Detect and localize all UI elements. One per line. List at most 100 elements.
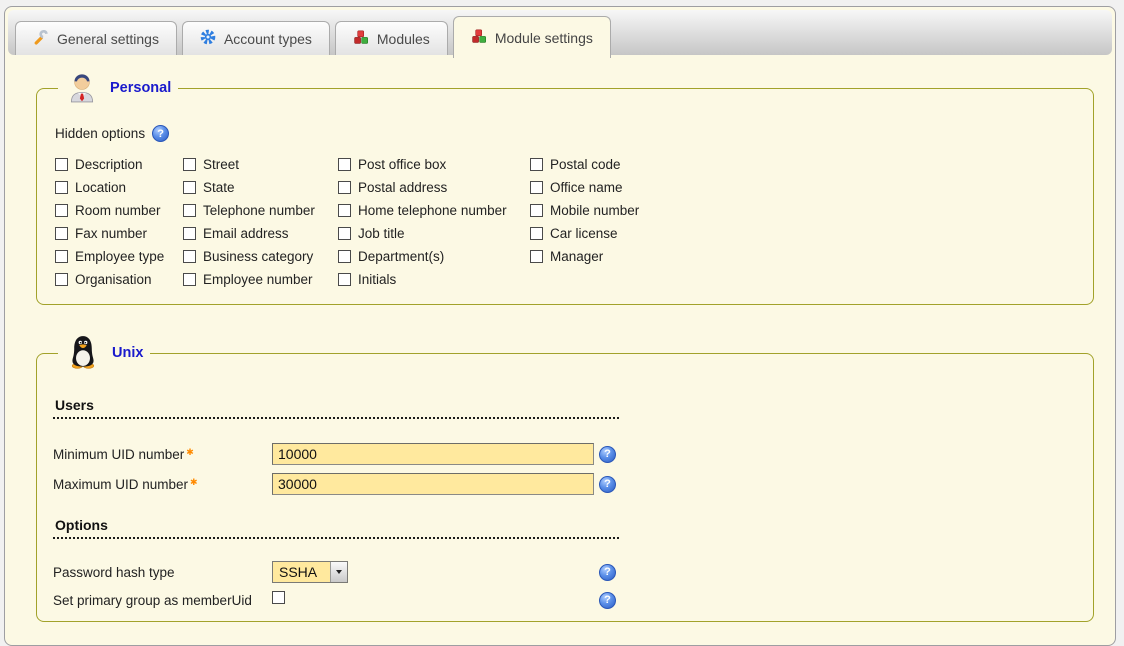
- tab-module-settings[interactable]: Module settings: [453, 16, 611, 58]
- checkbox[interactable]: [55, 227, 68, 240]
- hidden-option: Office name: [530, 179, 1077, 196]
- checkbox[interactable]: [338, 250, 351, 263]
- checkbox[interactable]: [338, 227, 351, 240]
- hidden-option: Initials: [338, 271, 530, 288]
- checkbox[interactable]: [183, 227, 196, 240]
- users-form: Minimum UID number✱ ? Maximum UID number…: [53, 443, 1077, 495]
- personal-section: Personal Hidden options ? Description St…: [36, 69, 1094, 305]
- hidden-option: Telephone number: [183, 202, 338, 219]
- checkbox-label: Email address: [203, 226, 289, 241]
- checkbox-label: Home telephone number: [358, 203, 507, 218]
- checkbox-label: Initials: [358, 272, 396, 287]
- checkbox-label: Manager: [550, 249, 603, 264]
- checkbox[interactable]: [183, 204, 196, 217]
- checkbox[interactable]: [55, 158, 68, 171]
- checkbox-label: Organisation: [75, 272, 152, 287]
- password-hash-value: SSHA: [273, 562, 330, 582]
- hidden-option: Description: [55, 156, 183, 173]
- checkbox-label: Fax number: [75, 226, 147, 241]
- checkbox-label: Street: [203, 157, 239, 172]
- tab-label: Module settings: [495, 30, 593, 46]
- hidden-options-grid: Description Street Post office box Posta…: [55, 156, 1077, 288]
- checkbox-label: Car license: [550, 226, 618, 241]
- password-hash-label: Password hash type: [53, 565, 272, 580]
- hidden-option: Postal code: [530, 156, 1077, 173]
- checkbox-label: Post office box: [358, 157, 446, 172]
- checkbox[interactable]: [338, 273, 351, 286]
- tab-general-settings[interactable]: General settings: [15, 21, 177, 55]
- hidden-option: Home telephone number: [338, 202, 530, 219]
- chevron-down-icon: [336, 570, 342, 574]
- hidden-option: Location: [55, 179, 183, 196]
- tab-modules[interactable]: Modules: [335, 21, 448, 55]
- tab-bar: General settings Account types Modul: [8, 10, 1112, 55]
- checkbox-label: State: [203, 180, 235, 195]
- checkbox[interactable]: [530, 181, 543, 194]
- max-uid-input[interactable]: [272, 473, 594, 495]
- checkbox-label: Employee number: [203, 272, 313, 287]
- member-uid-checkbox[interactable]: [272, 591, 285, 604]
- checkbox[interactable]: [183, 273, 196, 286]
- hidden-option: Car license: [530, 225, 1077, 242]
- tab-label: Modules: [377, 31, 430, 47]
- hidden-option: Employee number: [183, 271, 338, 288]
- checkbox-label: Telephone number: [203, 203, 315, 218]
- checkbox-label: Location: [75, 180, 126, 195]
- personal-legend: Personal: [58, 69, 178, 107]
- checkbox[interactable]: [183, 158, 196, 171]
- checkbox-label: Postal code: [550, 157, 621, 172]
- hidden-options-label: Hidden options: [55, 126, 145, 141]
- checkbox[interactable]: [338, 204, 351, 217]
- unix-legend: Unix: [58, 333, 150, 373]
- tab-label: Account types: [224, 31, 312, 47]
- checkbox[interactable]: [55, 273, 68, 286]
- hidden-option: Organisation: [55, 271, 183, 288]
- checkbox[interactable]: [183, 250, 196, 263]
- checkbox[interactable]: [55, 204, 68, 217]
- tab-account-types[interactable]: Account types: [182, 21, 330, 55]
- hidden-option: Email address: [183, 225, 338, 242]
- hidden-option: Job title: [338, 225, 530, 242]
- unix-legend-label: Unix: [112, 345, 143, 361]
- options-section-header: Options: [53, 517, 619, 539]
- help-icon[interactable]: ?: [599, 446, 616, 463]
- hidden-option: Employee type: [55, 248, 183, 265]
- checkbox[interactable]: [183, 181, 196, 194]
- checkbox-label: Employee type: [75, 249, 164, 264]
- checkbox[interactable]: [55, 250, 68, 263]
- hidden-option: Business category: [183, 248, 338, 265]
- help-icon[interactable]: ?: [152, 125, 169, 142]
- checkbox[interactable]: [530, 227, 543, 240]
- checkbox[interactable]: [530, 158, 543, 171]
- options-form: Password hash type SSHA ? Set primary gr…: [53, 561, 1077, 609]
- hidden-option: Street: [183, 156, 338, 173]
- personal-legend-label: Personal: [110, 80, 171, 96]
- checkbox[interactable]: [530, 204, 543, 217]
- checkbox-label: Room number: [75, 203, 161, 218]
- person-icon: [65, 69, 99, 107]
- select-dropdown-button[interactable]: [330, 562, 347, 582]
- checkbox[interactable]: [55, 181, 68, 194]
- module-settings-panel: Personal Hidden options ? Description St…: [8, 55, 1112, 642]
- help-icon[interactable]: ?: [599, 592, 616, 609]
- hidden-option: Postal address: [338, 179, 530, 196]
- hidden-option: State: [183, 179, 338, 196]
- checkbox[interactable]: [338, 158, 351, 171]
- checkbox-label: Office name: [550, 180, 623, 195]
- checkbox[interactable]: [338, 181, 351, 194]
- checkbox-label: Department(s): [358, 249, 444, 264]
- checkbox-label: Description: [75, 157, 143, 172]
- required-marker: ✱: [190, 477, 198, 487]
- users-section-header: Users: [53, 397, 619, 419]
- min-uid-input[interactable]: [272, 443, 594, 465]
- help-icon[interactable]: ?: [599, 476, 616, 493]
- wrench-icon: [33, 29, 49, 48]
- max-uid-label: Maximum UID number✱: [53, 477, 272, 492]
- checkbox-label: Job title: [358, 226, 405, 241]
- help-icon[interactable]: ?: [599, 564, 616, 581]
- password-hash-select[interactable]: SSHA: [272, 561, 348, 583]
- checkbox-label: Postal address: [358, 180, 447, 195]
- required-marker: ✱: [186, 447, 194, 457]
- checkbox[interactable]: [530, 250, 543, 263]
- tab-label: General settings: [57, 31, 159, 47]
